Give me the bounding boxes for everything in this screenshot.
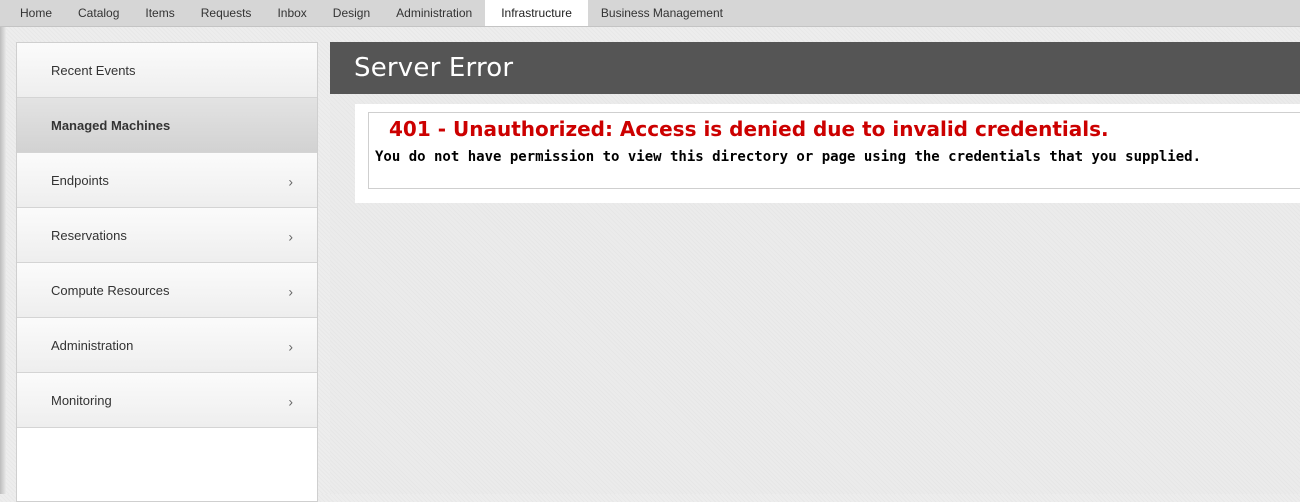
sidebar-item-recent-events[interactable]: Recent Events xyxy=(17,43,317,98)
tab-catalog[interactable]: Catalog xyxy=(65,0,132,26)
chevron-right-icon: › xyxy=(288,283,293,300)
tab-design[interactable]: Design xyxy=(320,0,383,26)
tab-requests[interactable]: Requests xyxy=(188,0,265,26)
error-title: 401 - Unauthorized: Access is denied due… xyxy=(389,117,1109,141)
sidebar-item-compute-resources[interactable]: Compute Resources › xyxy=(17,263,317,318)
tab-administration[interactable]: Administration xyxy=(383,0,485,26)
sidebar-item-managed-machines[interactable]: Managed Machines xyxy=(17,98,317,153)
sidebar-item-label: Managed Machines xyxy=(51,117,171,133)
sidebar-item-label: Endpoints xyxy=(51,172,109,188)
sidebar-item-label: Recent Events xyxy=(51,62,136,78)
sidebar-item-endpoints[interactable]: Endpoints › xyxy=(17,153,317,208)
chevron-right-icon: › xyxy=(288,173,293,190)
sidebar-item-label: Compute Resources xyxy=(51,282,170,298)
tab-home[interactable]: Home xyxy=(7,0,65,26)
tab-items[interactable]: Items xyxy=(132,0,187,26)
sidebar-item-label: Monitoring xyxy=(51,392,112,408)
sidebar: Recent Events Managed Machines Endpoints… xyxy=(16,42,318,502)
sidebar-item-reservations[interactable]: Reservations › xyxy=(17,208,317,263)
sidebar-item-administration[interactable]: Administration › xyxy=(17,318,317,373)
error-description: You do not have permission to view this … xyxy=(375,149,1202,165)
left-edge-strip xyxy=(0,27,6,494)
server-error-header: Server Error xyxy=(330,42,1300,94)
error-panel: 401 - Unauthorized: Access is denied due… xyxy=(355,104,1300,203)
tab-business-management[interactable]: Business Management xyxy=(588,0,736,26)
sidebar-item-monitoring[interactable]: Monitoring › xyxy=(17,373,317,428)
chevron-right-icon: › xyxy=(288,338,293,355)
top-navigation: Home Catalog Items Requests Inbox Design… xyxy=(0,0,1300,27)
tab-infrastructure[interactable]: Infrastructure xyxy=(485,0,588,26)
chevron-right-icon: › xyxy=(288,393,293,410)
sidebar-item-label: Reservations xyxy=(51,227,127,243)
page-title: Server Error xyxy=(354,53,514,83)
error-box: 401 - Unauthorized: Access is denied due… xyxy=(368,112,1300,189)
tab-inbox[interactable]: Inbox xyxy=(264,0,319,26)
chevron-right-icon: › xyxy=(288,228,293,245)
main-content: Server Error 401 - Unauthorized: Access … xyxy=(330,42,1300,494)
sidebar-item-label: Administration xyxy=(51,337,134,353)
